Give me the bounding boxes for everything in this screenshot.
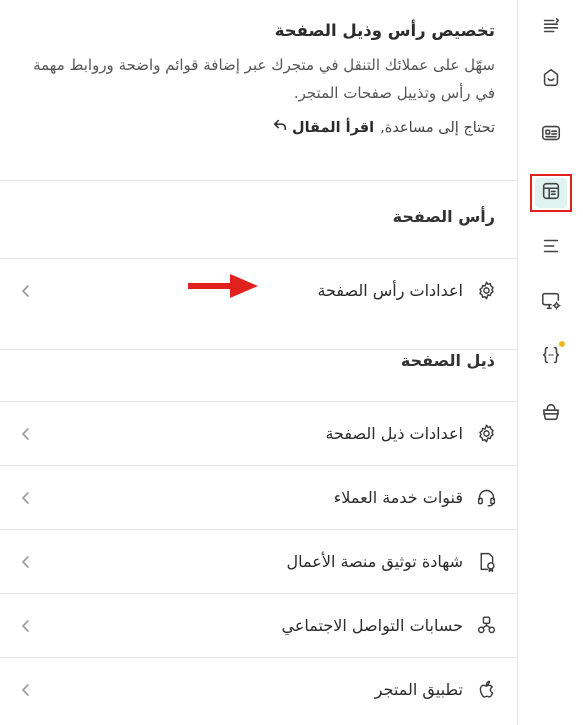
reply-arrow-icon — [273, 116, 287, 140]
rail-layout-button[interactable] — [518, 173, 583, 213]
page-description: سهّل على عملائك التنقل في متجرك عبر إضاف… — [33, 56, 495, 102]
help-text: تحتاج إلى مساعدة, — [380, 120, 495, 136]
headset-icon — [475, 487, 497, 509]
rail-code-button[interactable] — [518, 337, 583, 377]
chevron-left-icon — [18, 426, 34, 442]
header-section-title: رأس الصفحة — [392, 207, 495, 226]
code-braces-icon — [540, 344, 562, 370]
gear-icon — [475, 423, 497, 445]
basket-icon — [540, 401, 562, 427]
store-app-row[interactable]: تطبيق المتجر — [0, 657, 517, 721]
active-highlight — [530, 174, 572, 212]
rail-monitor-gear-button[interactable] — [518, 283, 583, 323]
chevron-left-icon — [18, 283, 34, 299]
business-certificate-row[interactable]: شهادة توثيق منصة الأعمال — [0, 529, 517, 593]
chevron-left-icon — [18, 682, 34, 698]
footer-settings-row[interactable]: اعدادات ذيل الصفحة — [0, 401, 517, 465]
social-icon — [475, 615, 497, 637]
certificate-icon — [475, 551, 497, 573]
footer-section-title: ذيل الصفحة — [400, 351, 495, 370]
rail-smile-bag-button[interactable] — [518, 60, 583, 100]
customer-service-row[interactable]: قنوات خدمة العملاء — [0, 465, 517, 529]
settings-panel: تخصيص رأس وذيل الصفحة سهّل على عملائك ال… — [0, 0, 517, 725]
id-card-icon — [540, 122, 562, 148]
panel-header: تخصيص رأس وذيل الصفحة سهّل على عملائك ال… — [0, 0, 517, 181]
help-line: تحتاج إلى مساعدة, اقرأ المقال — [20, 116, 495, 140]
icon-rail — [517, 0, 583, 725]
chevron-left-icon — [18, 554, 34, 570]
rail-id-card-button[interactable] — [518, 115, 583, 155]
read-article-label: اقرأ المقال — [292, 120, 375, 136]
notification-badge — [559, 341, 565, 347]
rail-basket-button[interactable] — [518, 394, 583, 434]
store-app-label: تطبيق المتجر — [374, 680, 463, 699]
menu-collapse-button[interactable] — [518, 8, 583, 48]
menu-lines-icon — [540, 235, 562, 261]
chevron-left-icon — [18, 618, 34, 634]
page-title: تخصيص رأس وذيل الصفحة — [274, 21, 495, 40]
annotation-arrow — [188, 274, 258, 298]
footer-settings-label: اعدادات ذيل الصفحة — [325, 424, 463, 443]
customer-service-label: قنوات خدمة العملاء — [333, 488, 463, 507]
read-article-link[interactable]: اقرأ المقال — [273, 116, 374, 140]
apple-icon — [475, 679, 497, 701]
menu-collapse-icon — [540, 15, 562, 41]
gear-icon — [475, 280, 497, 302]
social-accounts-label: حسابات التواصل الاجتماعي — [281, 616, 463, 635]
business-certificate-label: شهادة توثيق منصة الأعمال — [286, 552, 463, 571]
layout-icon — [540, 180, 562, 206]
chevron-left-icon — [18, 490, 34, 506]
social-accounts-row[interactable]: حسابات التواصل الاجتماعي — [0, 593, 517, 657]
rail-menu-lines-button[interactable] — [518, 228, 583, 268]
smile-bag-icon — [540, 67, 562, 93]
header-settings-label: اعدادات رأس الصفحة — [317, 281, 463, 300]
monitor-gear-icon — [540, 290, 562, 316]
